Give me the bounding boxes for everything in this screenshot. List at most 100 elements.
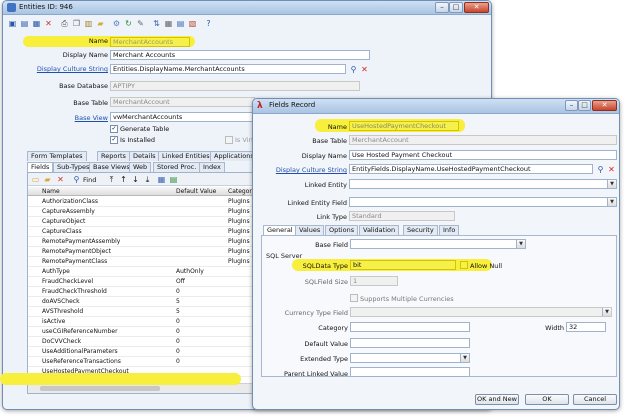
width-field[interactable]: 32 (566, 322, 606, 332)
tab-applications[interactable]: Applications (210, 151, 258, 161)
chart-icon[interactable]: ▤ (175, 18, 186, 29)
grid-icon[interactable]: ▦ (163, 18, 174, 29)
allow-null-checkbox[interactable] (460, 261, 468, 269)
base-table-field[interactable]: MerchantAccount (110, 97, 255, 107)
find-label[interactable]: Find (83, 176, 96, 184)
minimize-button[interactable]: – (435, 2, 449, 13)
new-record-icon[interactable]: ▭ (30, 174, 41, 185)
delete-icon[interactable]: ✕ (43, 18, 54, 29)
tab-values[interactable]: Values (295, 225, 325, 235)
base-field-field[interactable]: ▼ (350, 239, 526, 249)
binoculars-icon[interactable]: ⚲ (348, 64, 359, 75)
linked-entity-dropdown[interactable]: ▼ (607, 180, 616, 188)
tab-general[interactable]: General (263, 225, 297, 235)
tab-options[interactable]: Options (325, 225, 359, 235)
table-row[interactable]: UseAdditionalParameters 0 (28, 347, 260, 357)
table-row[interactable]: CaptureObject PlugIns (28, 217, 260, 227)
parent-linked-value-field[interactable] (350, 367, 470, 377)
dialog-maximize-button[interactable]: □ (578, 100, 591, 111)
base-view-link[interactable]: Base View (33, 114, 108, 122)
display-culture-string-link[interactable]: Display Culture String (23, 65, 108, 73)
folder-icon[interactable]: ▰ (95, 18, 106, 29)
tab-details[interactable]: Details (129, 151, 160, 161)
save-all-icon[interactable]: ▤ (19, 18, 30, 29)
supports-multiple-currencies-checkbox[interactable] (350, 294, 358, 302)
dialog-minimize-button[interactable]: – (565, 100, 578, 111)
link-type-field[interactable]: Standard (349, 211, 455, 221)
open-record-icon[interactable]: ▰ (42, 174, 53, 185)
print-icon[interactable]: ⎙ (59, 18, 70, 29)
dialog-display-culture-link[interactable]: Display Culture String (267, 166, 347, 174)
close-button[interactable]: ✕ (464, 2, 489, 13)
tab-form-templates[interactable]: Form Templates (27, 151, 87, 161)
tab-web[interactable]: Web (129, 162, 152, 172)
sql-data-type-field[interactable]: bit (350, 260, 456, 270)
tab-info[interactable]: Info (439, 225, 460, 235)
cancel-button[interactable]: Cancel (573, 394, 617, 405)
tools-icon[interactable]: ✎ (135, 18, 146, 29)
dialog-close-button[interactable]: ✕ (592, 100, 617, 111)
linked-entity-field-dropdown[interactable]: ▼ (607, 198, 616, 206)
tab-base-views[interactable]: Base Views (89, 162, 134, 172)
copy-icon[interactable]: ❐ (71, 18, 82, 29)
generate-table-checkbox[interactable]: ✓ (110, 125, 118, 133)
tab-sub-types[interactable]: Sub-Types (53, 162, 94, 172)
maximize-button[interactable]: □ (449, 2, 463, 13)
table-row[interactable]: AuthorizationClass PlugIns (28, 197, 260, 207)
default-value-field[interactable] (350, 338, 470, 348)
display-culture-field[interactable]: Entities.DisplayName.MerchantAccounts (110, 64, 346, 74)
tab-index[interactable]: Index (199, 162, 225, 172)
save-close-icon[interactable]: ▦ (31, 18, 42, 29)
tab-reports[interactable]: Reports (97, 151, 130, 161)
properties-icon[interactable]: ⚙ (111, 18, 122, 29)
ok-and-new-button[interactable]: OK and New (475, 394, 519, 405)
table-row[interactable]: UseReferenceTransactions 0 (28, 357, 260, 367)
help-icon[interactable]: ? (203, 18, 214, 29)
currency-type-dropdown[interactable]: ▼ (602, 308, 611, 316)
dialog-title-bar[interactable]: λ Fields Record – □ ✕ (253, 99, 619, 114)
table-row[interactable]: AuthType AuthOnly (28, 267, 260, 277)
dialog-display-name-field[interactable]: Use Hosted Payment Checkout (349, 150, 617, 160)
delete-record-icon[interactable]: ✕ (55, 174, 66, 185)
name-field[interactable]: MerchantAccounts (110, 37, 190, 47)
move-bottom-icon[interactable]: ⤓ (142, 174, 153, 185)
linked-entity-field-field[interactable]: ▼ (349, 197, 617, 207)
base-database-field[interactable]: APTIPY (110, 81, 360, 91)
display-name-field[interactable]: Merchant Accounts (110, 50, 370, 60)
table-row[interactable]: FraudCheckLevel Off (28, 277, 260, 287)
category-field[interactable] (350, 322, 470, 332)
table-row[interactable]: DoCVVCheck 0 (28, 337, 260, 347)
is-installed-checkbox[interactable]: ✓ (110, 136, 118, 144)
grid-header-default-value[interactable]: Default Value (176, 187, 216, 196)
dialog-name-field[interactable]: UseHostedPaymentCheckout (349, 121, 459, 131)
find-icon[interactable]: ⚲ (71, 174, 82, 185)
table-row[interactable]: isActive 0 (28, 317, 260, 327)
tab-linked-entities[interactable]: Linked Entities (158, 151, 214, 161)
currency-type-field[interactable]: ▼ (350, 307, 612, 317)
tab-stored-proc[interactable]: Stored Proc. (153, 162, 201, 172)
table-row[interactable]: RemotePaymentObject PlugIns (28, 247, 260, 257)
base-field-dropdown[interactable]: ▼ (516, 240, 525, 248)
grid-filter-icon[interactable]: ▦ (156, 174, 167, 185)
dialog-clear-icon[interactable]: ✕ (606, 164, 617, 175)
move-top-icon[interactable]: ⤒ (106, 174, 117, 185)
grid-header-name[interactable]: Name (42, 187, 60, 196)
table-row[interactable]: CaptureAssembly PlugIns (28, 207, 260, 217)
table-row[interactable]: doAVSCheck 5 (28, 297, 260, 307)
tab-security[interactable]: Security (403, 225, 438, 235)
is-virtual-checkbox[interactable] (225, 136, 233, 144)
extended-type-dropdown[interactable]: ▼ (460, 354, 469, 362)
options-icon[interactable]: ▧ (187, 18, 198, 29)
grid-export-icon[interactable]: ▤ (168, 174, 179, 185)
sql-field-size-field[interactable]: 1 (350, 276, 398, 286)
save-icon[interactable]: ▣ (7, 18, 18, 29)
linked-entity-field[interactable]: ▼ (349, 179, 617, 189)
dialog-base-table-field[interactable]: MerchantAccount (349, 135, 617, 145)
move-up-icon[interactable]: ↑ (118, 174, 129, 185)
refresh-icon[interactable]: ↻ (123, 18, 134, 29)
move-down-icon[interactable]: ↓ (130, 174, 141, 185)
tab-validation[interactable]: Validation (359, 225, 400, 235)
sort-icon[interactable]: ⇅ (151, 18, 162, 29)
scroll-thumb[interactable] (40, 386, 160, 391)
table-row[interactable]: useCGIReferenceNumber 0 (28, 327, 260, 337)
